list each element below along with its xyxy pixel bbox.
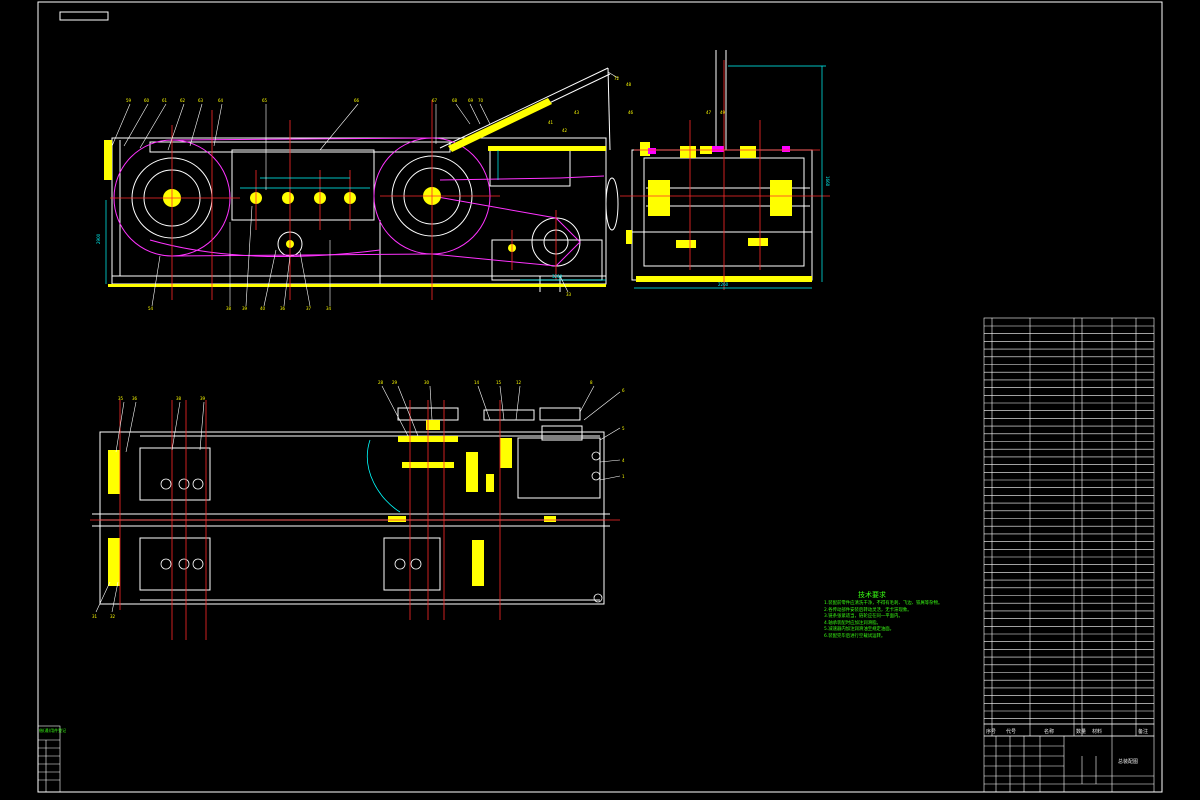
svg-text:36: 36: [280, 306, 286, 311]
tech-note-item: 6.装配完毕后进行空载试运转。: [824, 633, 886, 639]
cad-drawing-canvas: 59 60 61 62 63 64 65 66 67 68 69 70 54 38 39 40 …: [37, 1, 1163, 793]
svg-text:69: 69: [468, 98, 474, 103]
parts-table: [983, 317, 1155, 737]
front-view: 59 60 61 62 63 64 65 66 67 68 69 70 54 38 39 40 …: [104, 67, 620, 311]
side-panel-label: 借(通)用件登记: [39, 728, 67, 733]
svg-text:32: 32: [110, 614, 116, 619]
svg-text:15: 15: [496, 380, 502, 385]
header-index: 序号: [986, 728, 996, 735]
svg-text:34: 34: [326, 306, 332, 311]
parts-table-header: 序号 代号 名称 数量 材料 备注: [986, 728, 1148, 735]
svg-text:46: 46: [628, 110, 634, 115]
dim-side-height: 1660: [825, 176, 830, 187]
svg-text:64: 64: [218, 98, 224, 103]
svg-text:43: 43: [574, 110, 580, 115]
svg-text:54: 54: [148, 306, 154, 311]
svg-text:39: 39: [200, 396, 206, 401]
tech-note-item: 1.装配前零件应清洗干净，不得有毛刺、飞边、铁屑等杂物。: [824, 601, 943, 606]
svg-text:14: 14: [474, 380, 480, 385]
svg-text:4: 4: [622, 458, 625, 463]
svg-text:37: 37: [306, 306, 312, 311]
svg-text:30: 30: [424, 380, 430, 385]
sheet-border: [37, 1, 1163, 793]
svg-text:39: 39: [242, 306, 248, 311]
svg-text:61: 61: [162, 98, 168, 103]
svg-text:66: 66: [354, 98, 360, 103]
header-material: 材料: [1092, 728, 1102, 735]
svg-text:72: 72: [614, 76, 620, 81]
svg-text:28: 28: [378, 380, 384, 385]
svg-text:60: 60: [144, 98, 150, 103]
svg-text:48: 48: [626, 82, 632, 87]
svg-text:38: 38: [176, 396, 182, 401]
header-remark: 备注: [1138, 728, 1148, 735]
svg-text:59: 59: [126, 98, 132, 103]
header-name: 名称: [1044, 728, 1054, 735]
side-register-panel: [37, 725, 61, 793]
svg-text:41: 41: [548, 120, 554, 125]
svg-text:5: 5: [622, 426, 625, 431]
svg-text:1: 1: [622, 474, 625, 479]
tech-note-item: 3.链条张紧适当，链轮应在同一平面内。: [824, 614, 903, 620]
title-block-label: 总装配图: [1118, 759, 1139, 765]
dim-front-bottom: 3200: [552, 274, 563, 279]
svg-text:29: 29: [392, 380, 398, 385]
svg-text:6: 6: [622, 388, 625, 393]
top-view: 35 36 38 39 28 29 30 14 15 12 8 6 5 4 1 31 32: [90, 380, 625, 640]
svg-text:70: 70: [478, 98, 484, 103]
svg-text:49: 49: [720, 110, 726, 115]
tech-notes-title: 技术要求: [858, 591, 886, 599]
svg-text:35: 35: [118, 396, 124, 401]
svg-text:31: 31: [92, 614, 98, 619]
dim-side-width: 2260: [718, 282, 729, 287]
svg-text:33: 33: [566, 292, 572, 297]
tech-notes-list: 1.装配前零件应清洗干净，不得有毛刺、飞边、铁屑等杂物。 2.各传动部件安装后转…: [824, 601, 942, 641]
svg-text:38: 38: [226, 306, 232, 311]
svg-text:42: 42: [562, 128, 568, 133]
svg-text:63: 63: [198, 98, 204, 103]
svg-text:65: 65: [262, 98, 268, 103]
tech-note-item: 5.减速器内加注润滑油至规定油面。: [824, 627, 895, 633]
header-qty: 数量: [1076, 728, 1086, 735]
svg-text:47: 47: [706, 110, 712, 115]
header-code: 代号: [1006, 728, 1016, 735]
svg-text:8: 8: [590, 380, 593, 385]
svg-text:40: 40: [260, 306, 266, 311]
svg-text:68: 68: [452, 98, 458, 103]
svg-text:36: 36: [132, 396, 138, 401]
svg-text:12: 12: [516, 380, 522, 385]
dim-front-height: 2900: [96, 233, 101, 244]
svg-text:62: 62: [180, 98, 186, 103]
side-view: 48 46 47 49: [605, 50, 830, 290]
svg-text:67: 67: [432, 98, 438, 103]
